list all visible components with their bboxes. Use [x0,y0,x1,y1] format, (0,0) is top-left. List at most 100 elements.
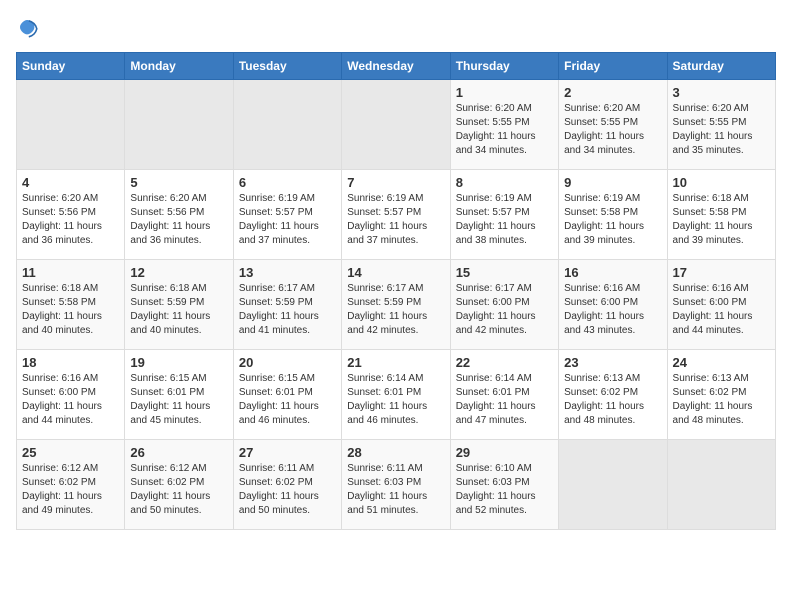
day-number: 18 [22,355,119,370]
calendar-cell: 29Sunrise: 6:10 AMSunset: 6:03 PMDayligh… [450,440,558,530]
day-number: 2 [564,85,661,100]
calendar-week-row: 4 Sunrise: 6:20 AMSunset: 5:56 PMDaylight… [17,170,776,260]
weekday-header: Monday [125,53,233,80]
calendar-cell: 10 Sunrise: 6:18 AMSunset: 5:58 PMDayligh… [667,170,775,260]
calendar-week-row: 11 Sunrise: 6:18 AMSunset: 5:58 PMDayligh… [17,260,776,350]
day-number: 14 [347,265,444,280]
calendar-cell [559,440,667,530]
day-number: 13 [239,265,336,280]
day-number: 28 [347,445,444,460]
day-info: Sunrise: 6:20 AMSunset: 5:56 PMDaylight:… [22,192,119,248]
day-info: Sunrise: 6:19 AMSunset: 5:57 PMDaylight:… [347,192,444,248]
header [16,16,776,40]
day-info: Sunrise: 6:12 AMSunset: 6:02 PMDaylight:… [22,462,119,518]
weekday-header: Saturday [667,53,775,80]
calendar-cell: 13 Sunrise: 6:17 AMSunset: 5:59 PMDayligh… [233,260,341,350]
weekday-header: Sunday [17,53,125,80]
day-info: Sunrise: 6:14 AMSunset: 6:01 PMDaylight:… [456,372,553,428]
day-info: Sunrise: 6:18 AMSunset: 5:58 PMDaylight:… [673,192,770,248]
day-number: 11 [22,265,119,280]
day-info: Sunrise: 6:20 AMSunset: 5:55 PMDaylight:… [456,102,553,158]
day-number: 12 [130,265,227,280]
day-number: 17 [673,265,770,280]
day-number: 1 [456,85,553,100]
calendar-week-row: 1 Sunrise: 6:20 AMSunset: 5:55 PMDaylight… [17,80,776,170]
calendar-table: SundayMondayTuesdayWednesdayThursdayFrid… [16,52,776,530]
calendar-cell [667,440,775,530]
day-number: 6 [239,175,336,190]
day-number: 9 [564,175,661,190]
calendar-cell: 11 Sunrise: 6:18 AMSunset: 5:58 PMDayligh… [17,260,125,350]
day-info: Sunrise: 6:11 AMSunset: 6:02 PMDaylight:… [239,462,336,518]
day-number: 27 [239,445,336,460]
weekday-header: Tuesday [233,53,341,80]
calendar-cell: 9 Sunrise: 6:19 AMSunset: 5:58 PMDaylight… [559,170,667,260]
calendar-cell: 2 Sunrise: 6:20 AMSunset: 5:55 PMDaylight… [559,80,667,170]
day-info: Sunrise: 6:15 AMSunset: 6:01 PMDaylight:… [130,372,227,428]
day-number: 19 [130,355,227,370]
day-info: Sunrise: 6:16 AMSunset: 6:00 PMDaylight:… [673,282,770,338]
day-number: 7 [347,175,444,190]
calendar-cell [17,80,125,170]
day-info: Sunrise: 6:20 AMSunset: 5:56 PMDaylight:… [130,192,227,248]
day-number: 26 [130,445,227,460]
day-info: Sunrise: 6:17 AMSunset: 5:59 PMDaylight:… [239,282,336,338]
calendar-cell: 27 Sunrise: 6:11 AMSunset: 6:02 PMDayligh… [233,440,341,530]
calendar-cell: 16Sunrise: 6:16 AMSunset: 6:00 PMDayligh… [559,260,667,350]
day-info: Sunrise: 6:11 AMSunset: 6:03 PMDaylight:… [347,462,444,518]
calendar-cell: 18 Sunrise: 6:16 AMSunset: 6:00 PMDayligh… [17,350,125,440]
calendar-cell: 15Sunrise: 6:17 AMSunset: 6:00 PMDayligh… [450,260,558,350]
calendar-cell: 28 Sunrise: 6:11 AMSunset: 6:03 PMDayligh… [342,440,450,530]
calendar-cell: 1 Sunrise: 6:20 AMSunset: 5:55 PMDaylight… [450,80,558,170]
logo-icon [16,16,40,40]
calendar-cell: 20 Sunrise: 6:15 AMSunset: 6:01 PMDayligh… [233,350,341,440]
day-info: Sunrise: 6:18 AMSunset: 5:59 PMDaylight:… [130,282,227,338]
calendar-cell: 4 Sunrise: 6:20 AMSunset: 5:56 PMDaylight… [17,170,125,260]
calendar-cell [125,80,233,170]
calendar-cell: 26 Sunrise: 6:12 AMSunset: 6:02 PMDayligh… [125,440,233,530]
day-number: 10 [673,175,770,190]
day-info: Sunrise: 6:12 AMSunset: 6:02 PMDaylight:… [130,462,227,518]
day-info: Sunrise: 6:19 AMSunset: 5:57 PMDaylight:… [456,192,553,248]
day-number: 4 [22,175,119,190]
day-number: 22 [456,355,553,370]
calendar-header: SundayMondayTuesdayWednesdayThursdayFrid… [17,53,776,80]
day-number: 20 [239,355,336,370]
day-number: 21 [347,355,444,370]
day-info: Sunrise: 6:16 AMSunset: 6:00 PMDaylight:… [22,372,119,428]
day-info: Sunrise: 6:19 AMSunset: 5:57 PMDaylight:… [239,192,336,248]
day-number: 24 [673,355,770,370]
day-info: Sunrise: 6:13 AMSunset: 6:02 PMDaylight:… [564,372,661,428]
calendar-cell: 22 Sunrise: 6:14 AMSunset: 6:01 PMDayligh… [450,350,558,440]
weekday-header: Wednesday [342,53,450,80]
calendar-cell: 21Sunrise: 6:14 AMSunset: 6:01 PMDayligh… [342,350,450,440]
day-info: Sunrise: 6:20 AMSunset: 5:55 PMDaylight:… [673,102,770,158]
day-info: Sunrise: 6:20 AMSunset: 5:55 PMDaylight:… [564,102,661,158]
day-info: Sunrise: 6:13 AMSunset: 6:02 PMDaylight:… [673,372,770,428]
day-info: Sunrise: 6:17 AMSunset: 5:59 PMDaylight:… [347,282,444,338]
day-info: Sunrise: 6:18 AMSunset: 5:58 PMDaylight:… [22,282,119,338]
calendar-cell: 25 Sunrise: 6:12 AMSunset: 6:02 PMDayligh… [17,440,125,530]
calendar-cell: 17 Sunrise: 6:16 AMSunset: 6:00 PMDayligh… [667,260,775,350]
day-info: Sunrise: 6:19 AMSunset: 5:58 PMDaylight:… [564,192,661,248]
calendar-week-row: 18 Sunrise: 6:16 AMSunset: 6:00 PMDayligh… [17,350,776,440]
calendar-cell: 5Sunrise: 6:20 AMSunset: 5:56 PMDaylight… [125,170,233,260]
day-info: Sunrise: 6:15 AMSunset: 6:01 PMDaylight:… [239,372,336,428]
calendar-cell: 24 Sunrise: 6:13 AMSunset: 6:02 PMDayligh… [667,350,775,440]
calendar-cell: 14 Sunrise: 6:17 AMSunset: 5:59 PMDayligh… [342,260,450,350]
calendar-cell: 6 Sunrise: 6:19 AMSunset: 5:57 PMDaylight… [233,170,341,260]
calendar-cell: 19 Sunrise: 6:15 AMSunset: 6:01 PMDayligh… [125,350,233,440]
day-info: Sunrise: 6:16 AMSunset: 6:00 PMDaylight:… [564,282,661,338]
day-number: 8 [456,175,553,190]
day-number: 25 [22,445,119,460]
day-info: Sunrise: 6:17 AMSunset: 6:00 PMDaylight:… [456,282,553,338]
calendar-cell: 12 Sunrise: 6:18 AMSunset: 5:59 PMDayligh… [125,260,233,350]
calendar-cell: 8 Sunrise: 6:19 AMSunset: 5:57 PMDaylight… [450,170,558,260]
day-number: 23 [564,355,661,370]
calendar-cell: 23 Sunrise: 6:13 AMSunset: 6:02 PMDayligh… [559,350,667,440]
calendar-week-row: 25 Sunrise: 6:12 AMSunset: 6:02 PMDayligh… [17,440,776,530]
calendar-cell [233,80,341,170]
day-number: 3 [673,85,770,100]
weekday-header: Friday [559,53,667,80]
weekday-header: Thursday [450,53,558,80]
